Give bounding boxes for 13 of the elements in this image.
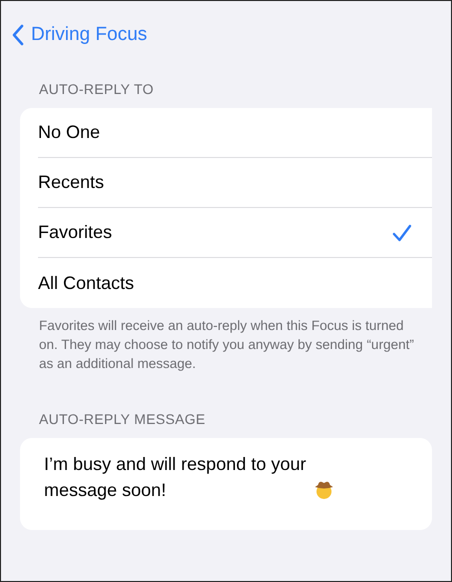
option-row[interactable]: No One: [38, 108, 432, 158]
option-label: Recents: [38, 171, 104, 194]
message-text: I’m busy and will respond to your message soon!: [44, 453, 308, 502]
option-label: No One: [38, 121, 100, 144]
back-button[interactable]: Driving Focus: [11, 20, 148, 50]
hat-emoji-icon: [314, 480, 334, 500]
section-header: AUTO-REPLY MESSAGE: [38, 410, 206, 429]
option-label: All Contacts: [38, 272, 134, 294]
back-chevron-icon: [11, 24, 25, 46]
message-field[interactable]: I’m busy and will respond to your message soon!: [20, 438, 432, 530]
section-header: AUTO-REPLY TO: [38, 80, 155, 99]
option-label: Favorites: [38, 221, 112, 244]
footer-note: Favorites will receive an auto-reply when this Focus is turned on. They may choose to notify you anyway by sending “urgent” as an additional message.: [38, 317, 415, 373]
